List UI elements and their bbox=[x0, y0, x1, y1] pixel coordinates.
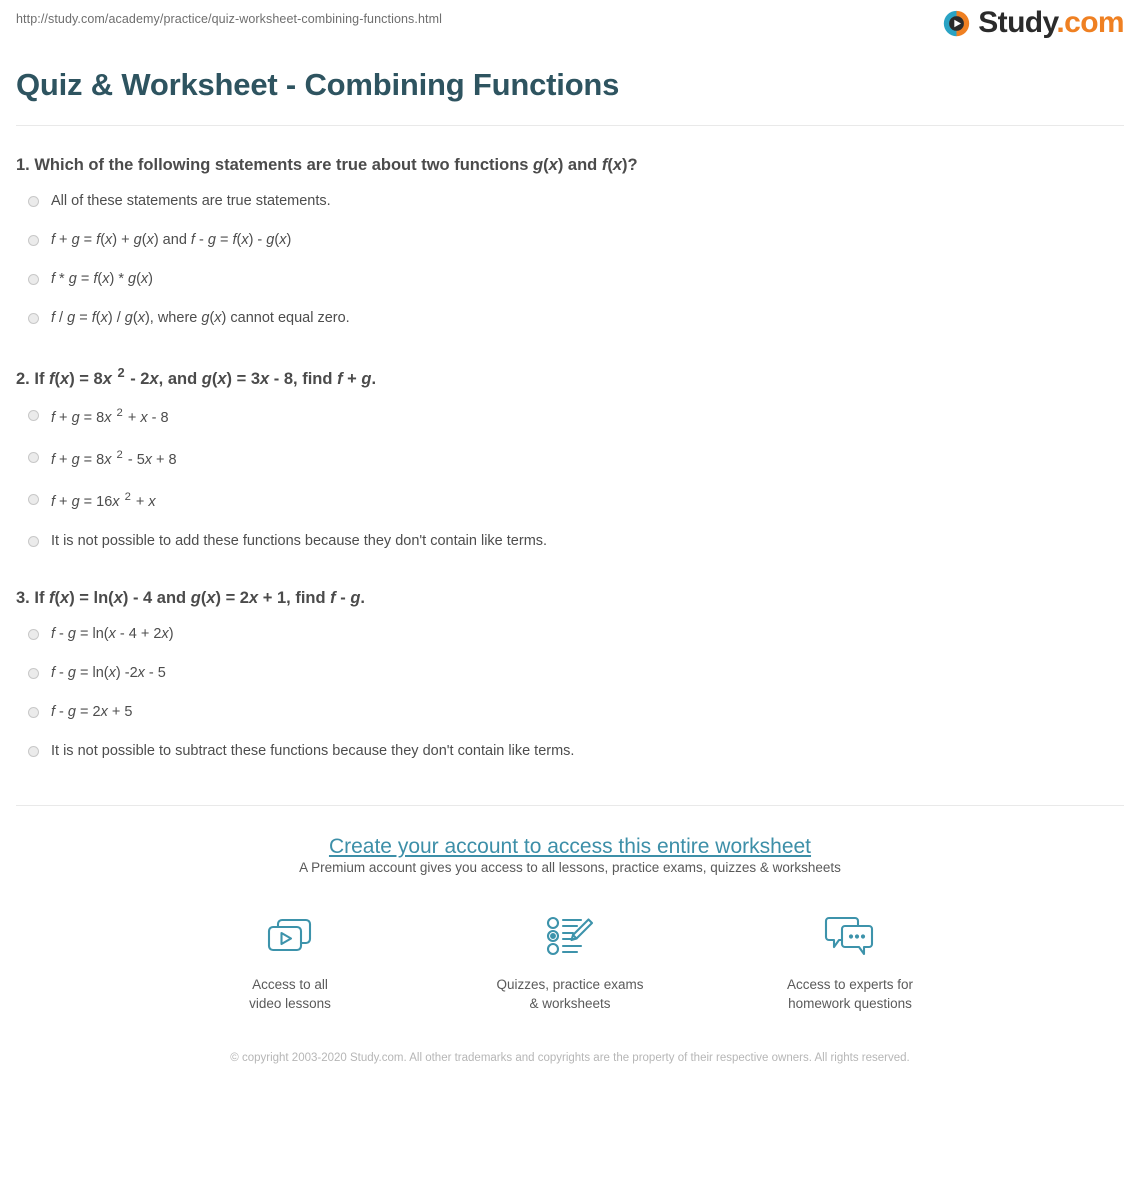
answer-label: f * g = f(x) * g(x) bbox=[51, 271, 154, 288]
answer-list: f - g = ln(x - 4 + 2x) f - g = ln(x) -2x… bbox=[16, 615, 1124, 770]
benefit-caption: Access to experts for homework questions bbox=[786, 976, 914, 1012]
answer-label: f - g = 2x + 5 bbox=[51, 704, 133, 721]
quiz-body: 1. Which of the following statements are… bbox=[0, 154, 1140, 771]
question-text: If f(x) = 8x 2 - 2x, and g(x) = 3x - 8, … bbox=[34, 364, 377, 388]
answer-label: f + g = 16x 2 + x bbox=[51, 491, 156, 511]
answer-option[interactable]: f + g = 8x 2 + x - 8 bbox=[16, 396, 1124, 438]
answer-list: f + g = 8x 2 + x - 8 f + g = 8x 2 - 5x +… bbox=[16, 396, 1124, 561]
radio-button-icon[interactable] bbox=[28, 235, 39, 247]
answer-option[interactable]: All of these statements are true stateme… bbox=[16, 182, 1124, 221]
radio-button-icon[interactable] bbox=[28, 274, 39, 286]
answer-option[interactable]: f * g = f(x) * g(x) bbox=[16, 260, 1124, 299]
benefit-item: Access to all video lessons bbox=[206, 909, 374, 1014]
answer-label: f - g = ln(x) -2x - 5 bbox=[51, 665, 166, 682]
answer-label: f / g = f(x) / g(x), where g(x) cannot e… bbox=[51, 309, 350, 326]
answer-label: f + g = 8x 2 - 5x + 8 bbox=[51, 449, 177, 469]
answer-label: It is not possible to add these function… bbox=[51, 533, 548, 550]
answer-option[interactable]: It is not possible to add these function… bbox=[16, 522, 1124, 561]
study-com-logo[interactable]: Study.com bbox=[942, 8, 1125, 38]
create-account-link[interactable]: Create your account to access this entir… bbox=[329, 835, 811, 858]
page-title: Quiz & Worksheet - Combining Functions bbox=[16, 67, 620, 102]
quiz-pencil-icon bbox=[486, 909, 654, 963]
answer-option[interactable]: f - g = ln(x - 4 + 2x) bbox=[16, 615, 1124, 654]
cta-subtext: A Premium account gives you access to al… bbox=[299, 860, 841, 876]
question-prompt: 3. If f(x) = ln(x) - 4 and g(x) = 2x + 1… bbox=[16, 587, 1124, 609]
title-divider bbox=[16, 125, 1124, 127]
answer-option[interactable]: f + g = 16x 2 + x bbox=[16, 480, 1124, 522]
benefit-caption: Access to all video lessons bbox=[249, 976, 331, 1012]
question-number: 1. bbox=[16, 156, 30, 175]
answer-label: f + g = f(x) + g(x) and f - g = f(x) - g… bbox=[51, 232, 292, 249]
benefits-row: Access to all video lessons Quizzes, pra… bbox=[0, 909, 1140, 1014]
answer-option[interactable]: f + g = 8x 2 - 5x + 8 bbox=[16, 438, 1124, 480]
answer-list: All of these statements are true stateme… bbox=[16, 182, 1124, 337]
question-block: 2. If f(x) = 8x 2 - 2x, and g(x) = 3x - … bbox=[16, 364, 1124, 561]
create-account-cta: Create your account to access this entir… bbox=[0, 806, 1140, 1067]
question-number: 3. bbox=[16, 589, 30, 608]
question-prompt: 1. Which of the following statements are… bbox=[16, 154, 1124, 176]
answer-label: All of these statements are true stateme… bbox=[51, 193, 331, 210]
answer-option[interactable]: f - g = 2x + 5 bbox=[16, 693, 1124, 732]
brand-wordmark: Study.com bbox=[978, 8, 1124, 38]
question-number: 2. bbox=[16, 369, 30, 388]
question-block: 3. If f(x) = ln(x) - 4 and g(x) = 2x + 1… bbox=[16, 587, 1124, 771]
radio-button-icon[interactable] bbox=[28, 196, 39, 208]
question-text: If f(x) = ln(x) - 4 and g(x) = 2x + 1, f… bbox=[34, 589, 366, 608]
answer-option[interactable]: f / g = f(x) / g(x), where g(x) cannot e… bbox=[16, 299, 1124, 338]
brand-name: Study bbox=[978, 6, 1057, 39]
question-block: 1. Which of the following statements are… bbox=[16, 154, 1124, 338]
copyright-text: © copyright 2003-2020 Study.com. All oth… bbox=[230, 1051, 910, 1064]
radio-button-icon[interactable] bbox=[28, 494, 39, 506]
question-text: Which of the following statements are tr… bbox=[34, 156, 638, 175]
radio-button-icon[interactable] bbox=[28, 746, 39, 757]
play-circle-icon bbox=[942, 9, 971, 38]
benefit-item: Quizzes, practice exams & worksheets bbox=[486, 909, 654, 1014]
benefit-item: Access to experts for homework questions bbox=[766, 909, 934, 1014]
radio-button-icon[interactable] bbox=[28, 668, 39, 680]
radio-button-icon[interactable] bbox=[28, 452, 39, 464]
radio-button-icon[interactable] bbox=[28, 707, 39, 719]
answer-label: f + g = 8x 2 + x - 8 bbox=[51, 407, 169, 427]
url-text: http://study.com/academy/practice/quiz-w… bbox=[16, 12, 442, 26]
answer-option[interactable]: f - g = ln(x) -2x - 5 bbox=[16, 654, 1124, 693]
radio-button-icon[interactable] bbox=[28, 536, 39, 548]
brand-tld: .com bbox=[1056, 6, 1124, 39]
video-lessons-icon bbox=[206, 909, 374, 963]
page-header: http://study.com/academy/practice/quiz-w… bbox=[0, 0, 1140, 58]
radio-button-icon[interactable] bbox=[28, 410, 39, 422]
radio-button-icon[interactable] bbox=[28, 312, 39, 324]
answer-option[interactable]: It is not possible to subtract these fun… bbox=[16, 732, 1124, 771]
question-prompt: 2. If f(x) = 8x 2 - 2x, and g(x) = 3x - … bbox=[16, 364, 1124, 390]
benefit-caption: Quizzes, practice exams & worksheets bbox=[496, 976, 644, 1012]
radio-button-icon[interactable] bbox=[28, 629, 39, 641]
answer-label: It is not possible to subtract these fun… bbox=[51, 743, 575, 759]
chat-bubbles-icon bbox=[766, 909, 934, 963]
answer-label: f - g = ln(x - 4 + 2x) bbox=[51, 626, 174, 643]
answer-option[interactable]: f + g = f(x) + g(x) and f - g = f(x) - g… bbox=[16, 221, 1124, 260]
